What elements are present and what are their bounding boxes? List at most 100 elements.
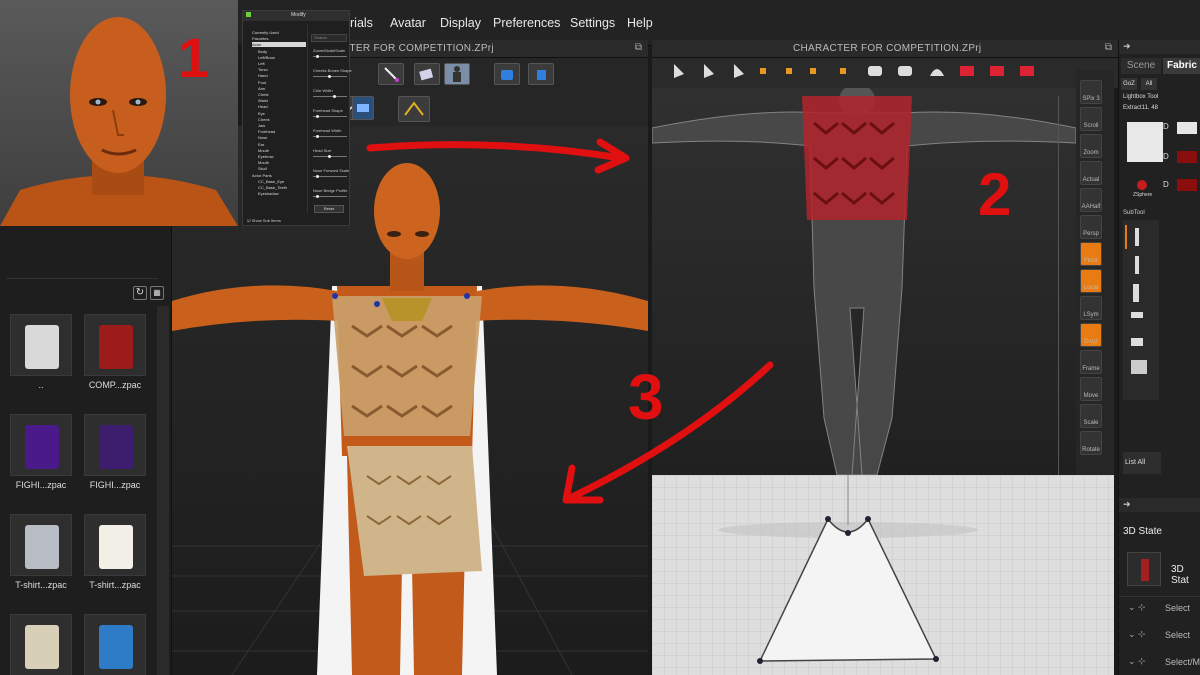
side-tool-scroll[interactable]: Scroll [1080,107,1102,131]
modify-tree-item[interactable]: Torso [258,67,268,72]
subtool-thumb-4[interactable] [1131,312,1143,318]
subtool-list[interactable] [1123,220,1159,400]
modify-tree-item[interactable]: Foot [258,80,266,85]
library-item-4[interactable] [10,514,72,576]
side-tool-aahalf[interactable]: AAHalf [1080,188,1102,212]
side-tool-frame[interactable]: Frame [1080,350,1102,374]
right-3d-viewport[interactable] [651,84,1077,476]
modify-tree-item[interactable]: Forehead [258,129,275,134]
modify-tree-item[interactable]: Waist [258,98,268,103]
modify-tree-item[interactable]: Actor [252,42,306,48]
extract-thumbnail[interactable] [1127,122,1163,162]
subtool-thumb-6[interactable] [1131,360,1147,374]
select-row[interactable]: ⌄ ⊹ Select [1118,598,1200,620]
modify-tree-item[interactable]: Left [258,61,265,66]
modify-search-input[interactable]: Search [311,34,347,42]
side-tool-scale[interactable]: Scale [1080,404,1102,428]
lightbox-tools-button[interactable]: Lightbox Tool [1123,94,1158,100]
select-row[interactable]: ⌄ ⊹ Select/M [1118,652,1200,674]
modify-tree-item[interactable]: Eyebrow [258,154,274,159]
right-toolbar-icons[interactable] [668,58,1068,88]
material-swatch-white[interactable] [1177,122,1197,134]
goz-button[interactable]: GoZ [1121,78,1137,90]
zsphere-icon[interactable] [1137,180,1147,190]
subtool-header[interactable]: SubTool [1123,210,1145,216]
tab-fabric[interactable]: Fabric [1163,58,1200,74]
modify-tree-item[interactable]: Mouth [258,160,269,165]
modify-tree-item[interactable]: Mouth [258,148,269,153]
avatar-tool-button[interactable] [444,63,470,85]
modify-tree-item[interactable]: Favorites [252,36,268,41]
list-all-button[interactable]: List All [1123,452,1161,474]
expand-arrow-icon[interactable]: ➜ [1123,41,1131,52]
side-tool-actual[interactable]: Actual [1080,161,1102,185]
modify-tree-item[interactable]: Body [258,49,267,54]
pin-tool-button[interactable] [528,63,554,85]
refresh-icon[interactable]: ↻ [133,286,147,300]
library-item-3[interactable] [84,414,146,476]
library-item-2[interactable] [10,414,72,476]
menu-help[interactable]: Help [627,16,653,30]
modify-tree-item[interactable]: Currently Used [252,30,279,35]
sew-tool-button[interactable] [494,63,520,85]
subtool-thumb-5[interactable] [1131,338,1143,346]
side-tool-spix-3[interactable]: SPix 3 [1080,80,1102,104]
modify-tree-item[interactable]: Eyeshadow [258,191,279,196]
tab-scene[interactable]: Scene [1121,58,1161,74]
subtool-thumb-3[interactable] [1133,284,1139,302]
side-tool-local[interactable]: Local [1080,269,1102,293]
material-swatch-red-2[interactable] [1177,179,1197,191]
modify-tree-item[interactable]: Jaw [258,123,265,128]
select-row[interactable]: ⌄ ⊹ Select [1118,625,1200,647]
side-tool-lsym[interactable]: LSym [1080,296,1102,320]
reset-button[interactable]: Reset [314,205,344,213]
modify-tree-item[interactable]: Hand [258,73,268,78]
state-expand-icon[interactable]: ➜ [1123,499,1131,510]
modify-tree-item[interactable]: Nose [258,135,267,140]
modify-tree-item[interactable]: CC_Base_Eye [258,179,284,184]
library-item-5[interactable] [84,514,146,576]
right-maximize-icon[interactable]: ⧉ [1105,42,1112,53]
modify-tree-item[interactable]: Actor Parts [252,173,272,178]
maximize-icon[interactable]: ⧉ [635,42,642,53]
grid-view-icon[interactable]: ▦ [150,286,164,300]
modify-tree-item[interactable]: CC_Base_Teeth [258,185,287,190]
modify-tree-item[interactable]: Head [258,104,268,109]
library-item-6[interactable] [10,614,72,675]
menu-settings[interactable]: Settings [570,16,615,30]
modify-tree-item[interactable]: Ear [258,142,264,147]
all-button[interactable]: All [1141,78,1157,90]
modify-tree-item[interactable]: Skull [258,166,267,171]
subtool-thumb-1[interactable] [1135,228,1139,246]
modify-tree-item[interactable]: Cheek [258,117,270,122]
subtool-thumb-2[interactable] [1135,256,1139,274]
side-tool-rotate[interactable]: Rotate [1080,431,1102,455]
menu-preferences[interactable]: Preferences [493,16,560,30]
side-tool-persp[interactable]: Persp [1080,215,1102,239]
side-tool-zoom[interactable]: Zoom [1080,134,1102,158]
menu-materials[interactable]: rials [350,16,373,30]
select-tool-button[interactable] [378,63,404,85]
menu-avatar[interactable]: Avatar [390,16,426,30]
state-thumbnail[interactable] [1127,552,1161,586]
modify-icon[interactable] [246,12,251,17]
pattern-window[interactable] [652,475,1114,675]
menu-display[interactable]: Display [440,16,481,30]
library-item-7[interactable] [84,614,146,675]
library-item-0[interactable] [10,314,72,376]
library-scrollbar[interactable] [157,306,169,675]
side-tool-gxyz[interactable]: Gxyz [1080,323,1102,347]
fold-tool-button[interactable] [414,63,440,85]
library-item-1[interactable] [84,314,146,376]
modify-tree-item[interactable]: Chest [258,92,268,97]
side-tool-floor[interactable]: Floor [1080,242,1102,266]
modify-tree-item[interactable]: Eye [258,111,265,116]
simulate-button[interactable] [352,96,374,120]
slider-track[interactable] [313,96,347,97]
modify-tree-item[interactable]: Arm [258,86,265,91]
side-tool-move[interactable]: Move [1080,377,1102,401]
modify-tree-item[interactable]: Left/Brow [258,55,275,60]
show-sub-items-checkbox[interactable]: ☑ Show Sub Items [247,218,281,223]
tack-button[interactable] [398,96,430,122]
material-swatch-red[interactable] [1177,151,1197,163]
